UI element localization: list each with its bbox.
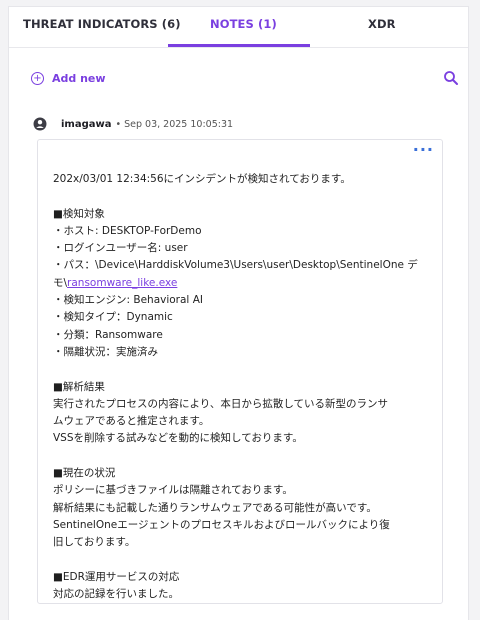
more-horizontal-icon[interactable]: ··· — [413, 142, 434, 158]
tab-xdr[interactable]: XDR — [368, 17, 396, 46]
note-line: SentinelOneエージェントのプロセスキルおよびロールバックにより復 — [53, 518, 390, 531]
note-line: ・検知タイプ：Dynamic — [53, 311, 173, 324]
user-avatar-icon — [33, 117, 47, 131]
note-text: モ\ — [53, 276, 68, 289]
note-section-heading: ■現在の状況 — [53, 467, 116, 480]
tab-bar: THREAT INDICATORS (6) NOTES (1) XDR — [9, 7, 468, 48]
note-card: ··· 202x/03/01 12:34:56にインシデントが検知されております… — [37, 139, 443, 604]
note-line: 実行されたプロセスの内容により、本日から拡散している新型のランサ — [53, 397, 389, 410]
notes-panel: THREAT INDICATORS (6) NOTES (1) XDR + Ad… — [8, 6, 469, 620]
note-author: imagawa — [61, 118, 112, 130]
note-line: ・隔離状況：実施済み — [53, 345, 158, 358]
tab-threat-indicators[interactable]: THREAT INDICATORS (6) — [23, 17, 181, 46]
note-line: ・ホスト: DESKTOP-ForDemo — [53, 224, 202, 237]
add-new-button[interactable]: + Add new — [31, 72, 106, 85]
active-tab-indicator — [168, 44, 310, 47]
file-link[interactable]: ransomware_like.exe — [67, 277, 177, 289]
note-line: ・検知エンジン: Behavioral AI — [53, 294, 203, 307]
note-header: imagawa • Sep 03, 2025 10:05:31 — [33, 117, 233, 131]
note-section-heading: ■解析結果 — [53, 380, 105, 393]
note-body: 202x/03/01 12:34:56にインシデントが検知されております。 ■検… — [53, 171, 433, 603]
note-line: 旧しております。 — [53, 536, 136, 549]
add-new-label: Add new — [52, 72, 106, 85]
search-icon[interactable] — [443, 70, 459, 86]
note-section-heading: ■検知対象 — [53, 207, 105, 220]
note-line: VSSを削除する試みなどを動的に検知しております。 — [53, 432, 303, 445]
plus-circle-icon: + — [31, 72, 44, 85]
note-line: 202x/03/01 12:34:56にインシデントが検知されております。 — [53, 173, 351, 185]
notes-toolbar: + Add new — [9, 62, 468, 92]
note-line: ・パス：\Device\HarddiskVolume3\Users\user\D… — [53, 259, 418, 272]
tab-notes[interactable]: NOTES (1) — [210, 17, 277, 46]
note-section-heading: ■EDR運用サービスの対応 — [53, 570, 180, 583]
note-line: ・分類：Ransomware — [53, 328, 163, 341]
note-line: ポリシーに基づきファイルは隔離されております。 — [53, 484, 293, 497]
note-line: ・ログインユーザー名: user — [53, 242, 188, 255]
note-line: 解析結果にも記載した通りランサムウェアである可能性が高いです。 — [53, 501, 377, 514]
note-line: 対応の記録を行いました。 — [53, 588, 179, 601]
note-line: モ\ransomware_like.exe — [53, 275, 433, 292]
note-timestamp: • Sep 03, 2025 10:05:31 — [115, 118, 234, 130]
note-line: ムウェアであると推定されます。 — [53, 415, 210, 428]
